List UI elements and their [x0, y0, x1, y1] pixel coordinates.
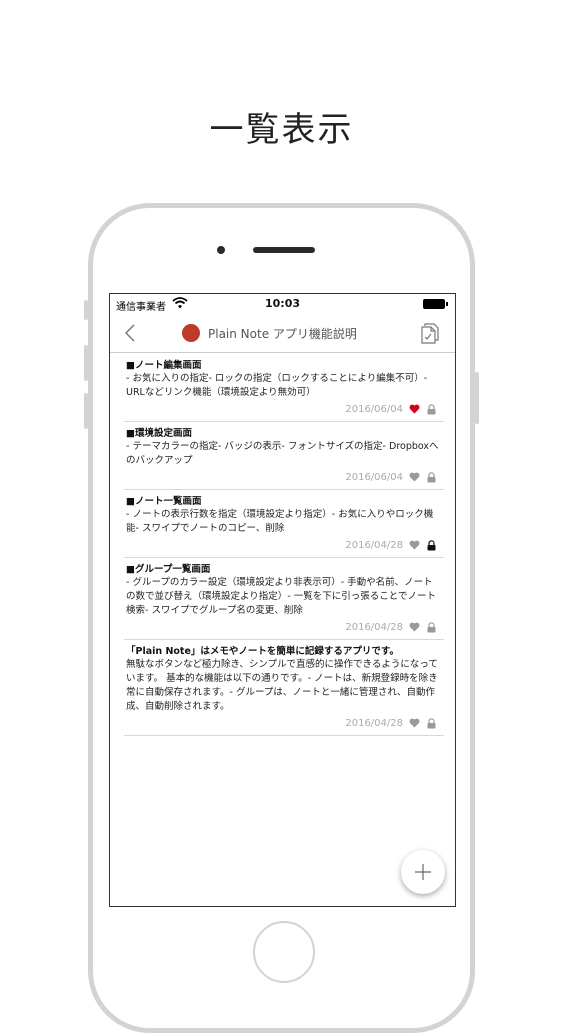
note-body: - テーマカラーの指定- バッジの表示- フォントサイズの指定- Dropbox… [126, 441, 439, 466]
note-date: 2016/04/28 [345, 621, 403, 633]
heart-icon[interactable] [409, 540, 420, 550]
heart-icon[interactable] [409, 472, 420, 482]
list-item[interactable]: ■グループ一覧画面 - グループのカラー設定（環境設定より非表示可）- 手動や名… [124, 558, 444, 640]
back-chevron-icon[interactable] [120, 321, 142, 345]
note-date: 2016/04/28 [345, 539, 403, 551]
list-item[interactable]: ■ノート編集画面 - お気に入りの指定- ロックの指定（ロックすることにより編集… [124, 354, 444, 422]
lock-icon[interactable] [427, 621, 436, 633]
nav-title-group: Plain Note アプリ機能説明 [182, 323, 357, 343]
lock-icon[interactable] [427, 717, 436, 729]
lock-icon[interactable] [427, 539, 436, 551]
page-headline: 一覧表示 [209, 110, 354, 150]
group-color-dot [182, 324, 200, 342]
note-meta: 2016/06/04 [126, 470, 442, 484]
status-bar: 通信事業者 10:03 [110, 294, 455, 314]
note-date: 2016/06/04 [345, 471, 403, 483]
note-body: - お気に入りの指定- ロックの指定（ロックすることにより編集不可）- URLな… [126, 373, 428, 398]
heart-icon[interactable] [409, 404, 420, 414]
document-icon[interactable] [419, 321, 441, 345]
note-title: 「Plain Note」はメモやノートを簡単に記録するアプリです。 [126, 646, 399, 657]
lock-icon[interactable] [427, 403, 436, 415]
note-title: ■ノート一覧画面 [126, 496, 202, 507]
note-meta: 2016/04/28 [126, 620, 442, 634]
plus-icon [415, 864, 431, 880]
phone-volume-up-button [84, 345, 88, 381]
heart-icon[interactable] [409, 718, 420, 728]
status-time: 10:03 [264, 297, 300, 310]
note-date: 2016/04/28 [345, 717, 403, 729]
phone-volume-down-button [84, 393, 88, 429]
note-body: - ノートの表示行数を指定（環境設定より指定）- お気に入りやロック機能- スワ… [126, 509, 434, 534]
nav-title: Plain Note アプリ機能説明 [208, 326, 357, 341]
note-date: 2016/06/04 [345, 403, 403, 415]
phone-power-button [475, 372, 479, 424]
note-list: ■ノート編集画面 - お気に入りの指定- ロックの指定（ロックすることにより編集… [124, 354, 444, 736]
note-meta: 2016/04/28 [126, 716, 442, 730]
navigation-bar: Plain Note アプリ機能説明 [110, 314, 455, 353]
note-title: ■ノート編集画面 [126, 360, 202, 371]
note-body: - グループのカラー設定（環境設定より非表示可）- 手動や名前、ノートの数で並び… [126, 577, 436, 616]
note-title: ■環境設定画面 [126, 428, 192, 439]
note-meta: 2016/04/28 [126, 538, 442, 552]
app-screen: 通信事業者 10:03 Plain Note アプリ機能説明 ■ノート編集画面 … [109, 293, 456, 907]
list-item[interactable]: 「Plain Note」はメモやノートを簡単に記録するアプリです。 無駄なボタン… [124, 640, 444, 736]
list-item[interactable]: ■ノート一覧画面 - ノートの表示行数を指定（環境設定より指定）- お気に入りや… [124, 490, 444, 558]
note-title: ■グループ一覧画面 [126, 564, 211, 575]
list-item[interactable]: ■環境設定画面 - テーマカラーの指定- バッジの表示- フォントサイズの指定-… [124, 422, 444, 490]
heart-icon[interactable] [409, 622, 420, 632]
home-button[interactable] [253, 921, 315, 983]
phone-camera [217, 246, 225, 254]
battery-icon [423, 299, 448, 309]
note-body: 無駄なボタンなど極力除き、シンプルで直感的に操作できるようになっています。 基本… [126, 659, 438, 712]
phone-speaker [253, 247, 315, 253]
lock-icon[interactable] [427, 471, 436, 483]
add-note-button[interactable] [401, 850, 445, 894]
note-meta: 2016/06/04 [126, 402, 442, 416]
phone-side-button [84, 300, 88, 320]
